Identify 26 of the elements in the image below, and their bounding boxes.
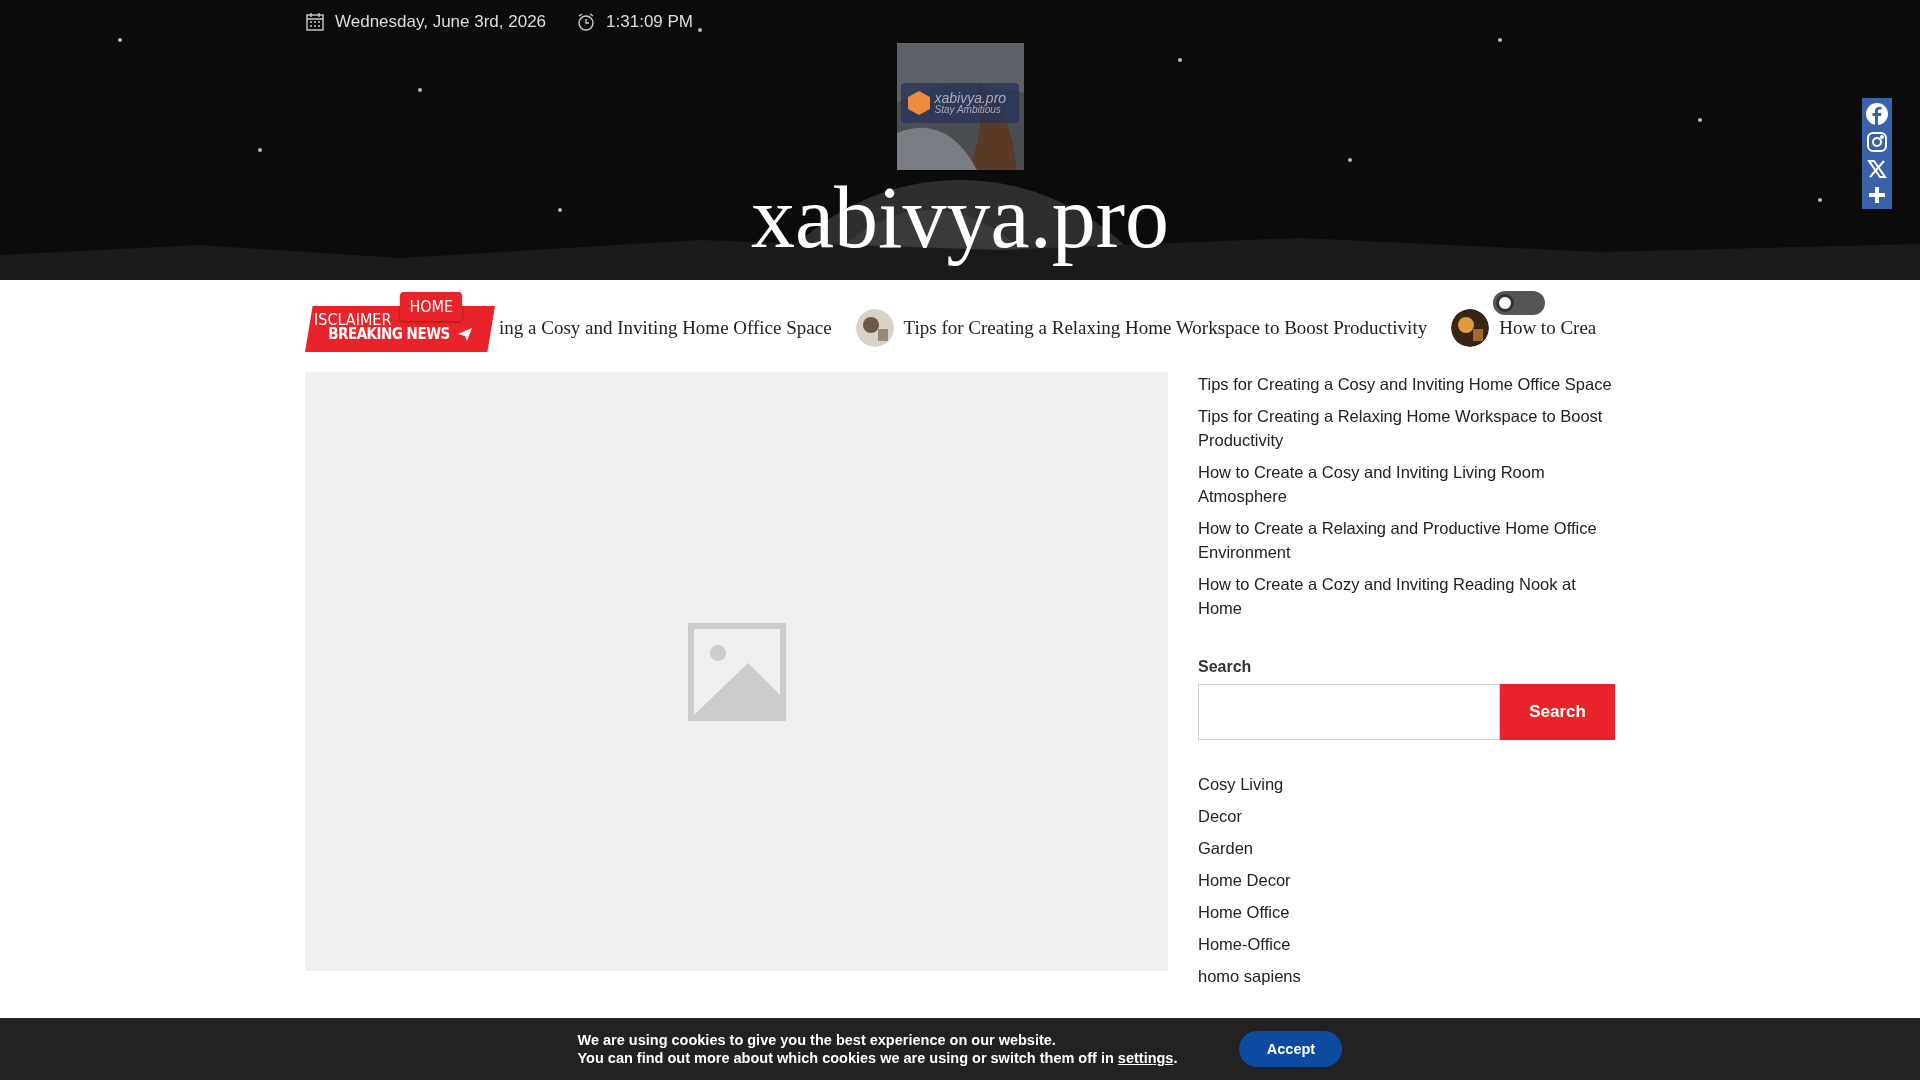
category-link[interactable]: Cosy Living xyxy=(1198,772,1615,796)
search-label: Search xyxy=(1198,658,1253,676)
category-link[interactable]: homo sapiens xyxy=(1198,964,1615,988)
post-link[interactable]: How to Create a Cozy and Inviting Reading Nook at Home xyxy=(1198,572,1615,620)
cookie-text: You can find out more about which cookies we are using or switch them off in settings. xyxy=(577,1049,1178,1067)
post-link[interactable]: Tips for Creating a Relaxing Home Workspace to Boost Productivity xyxy=(1198,404,1615,452)
search-button[interactable]: Search xyxy=(1500,684,1615,740)
cookie-text: We are using cookies to give you the best experience on our website. xyxy=(577,1031,1057,1049)
news-headline[interactable]: How to Crea xyxy=(1499,317,1597,339)
category-link[interactable]: Decor xyxy=(1198,804,1615,828)
post-link[interactable]: Tips for Creating a Cosy and Inviting Home Office Space xyxy=(1198,372,1615,396)
image-icon xyxy=(687,622,786,721)
settings-link[interactable]: settings xyxy=(1117,1050,1174,1066)
post-link[interactable]: How to Create a Relaxing and Productive Home Office Environment xyxy=(1198,516,1615,564)
category-link[interactable]: Garden xyxy=(1198,836,1615,860)
nav-item[interactable]: HOME xyxy=(400,292,463,321)
news-headline[interactable]: ing a Cosy and Inviting Home Office Space xyxy=(499,317,832,339)
dark-mode-toggle[interactable] xyxy=(1493,291,1545,315)
search-field[interactable] xyxy=(1198,684,1500,740)
category-link[interactable]: Home Office xyxy=(1198,900,1615,924)
accept-button[interactable]: Accept xyxy=(1239,1031,1343,1067)
paper-plane-icon xyxy=(457,327,472,341)
post-link[interactable]: How to Create a Cosy and Inviting Living Room Atmosphere xyxy=(1198,460,1615,508)
news-headline[interactable]: Tips for Creating a Relaxing Home Workspace to Boost Productivity xyxy=(903,317,1428,339)
category-link[interactable]: Home Decor xyxy=(1198,868,1615,892)
category-link[interactable]: Home-Office xyxy=(1198,932,1615,956)
